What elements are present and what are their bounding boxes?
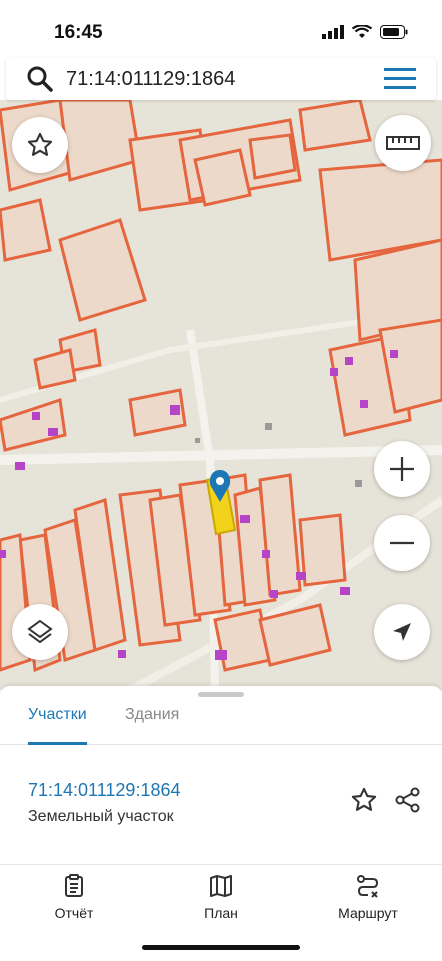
favorite-star-icon[interactable]	[350, 786, 378, 819]
search-input[interactable]: 71:14:011129:1864	[66, 68, 235, 91]
parcel-info-sheet[interactable]: Участки Здания 71:14:011129:1864 Земельн…	[0, 686, 442, 864]
favorite-button[interactable]	[12, 117, 68, 173]
my-location-button[interactable]	[374, 604, 430, 660]
ruler-button[interactable]	[375, 115, 431, 171]
nav-plan[interactable]: План	[171, 873, 271, 921]
layers-button[interactable]	[12, 604, 68, 660]
nav-route[interactable]: Маршрут	[318, 873, 418, 921]
tab-parcels[interactable]: Участки	[28, 704, 87, 745]
status-bar: 16:45	[0, 0, 442, 58]
layers-icon	[27, 619, 53, 644]
search-icon[interactable]	[26, 65, 54, 98]
home-indicator[interactable]	[142, 945, 300, 950]
parcel-type: Земельный участок	[28, 808, 174, 825]
minus-icon	[390, 541, 414, 545]
map-icon	[210, 875, 232, 897]
tab-buildings[interactable]: Здания	[125, 704, 179, 744]
plus-icon	[390, 457, 414, 481]
status-icons	[322, 25, 408, 39]
signal-icon	[322, 25, 344, 39]
ruler-icon	[386, 136, 420, 150]
wifi-icon	[352, 25, 372, 38]
sheet-tabs: Участки Здания	[0, 704, 442, 745]
location-arrow-icon	[393, 623, 411, 641]
star-icon	[27, 132, 53, 156]
nav-report-label: Отчёт	[54, 905, 94, 921]
nav-route-label: Маршрут	[338, 905, 398, 921]
sheet-drag-handle[interactable]	[198, 692, 244, 697]
nav-report[interactable]: Отчёт	[24, 873, 124, 921]
zoom-out-button[interactable]	[374, 515, 430, 571]
bottom-nav: Отчёт План Маршрут	[0, 864, 442, 961]
cadastral-map[interactable]	[0, 100, 442, 690]
nav-plan-label: План	[204, 905, 238, 921]
status-time: 16:45	[54, 22, 103, 43]
menu-icon[interactable]	[384, 68, 416, 95]
map-canvas[interactable]	[0, 100, 442, 690]
parcel-cadastral-number[interactable]: 71:14:011129:1864	[28, 780, 180, 801]
report-icon	[65, 874, 83, 897]
battery-icon	[380, 25, 408, 39]
share-icon[interactable]	[394, 786, 422, 819]
route-icon	[357, 875, 379, 898]
zoom-in-button[interactable]	[374, 441, 430, 497]
search-bar[interactable]: 71:14:011129:1864	[6, 58, 436, 100]
